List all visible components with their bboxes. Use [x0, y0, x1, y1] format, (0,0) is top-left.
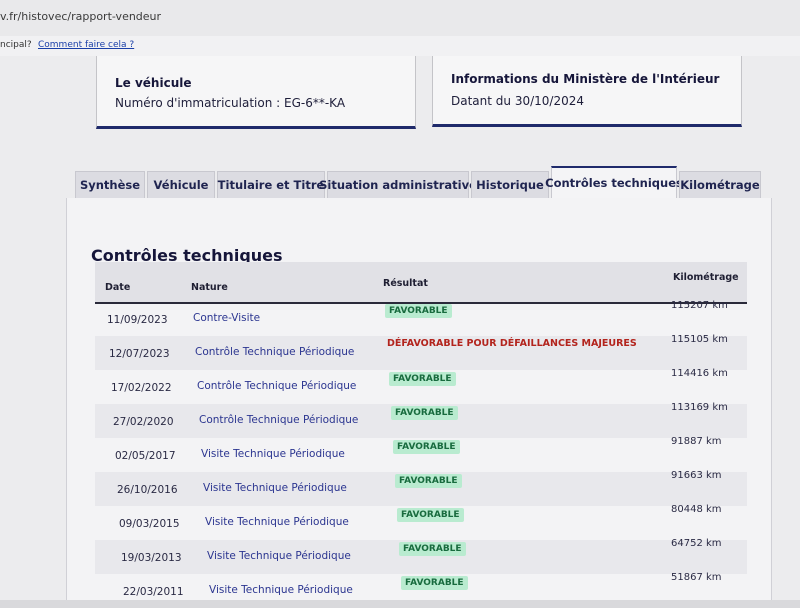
- tab-historique[interactable]: Historique: [471, 171, 549, 198]
- url-text[interactable]: v.fr/histovec/rapport-vendeur: [0, 10, 161, 23]
- browser-notification-bar: ncipal? Comment faire cela ?: [0, 36, 800, 57]
- page-body: Le véhicule Numéro d'immatriculation : E…: [0, 56, 800, 600]
- row-nature: Contrôle Technique Périodique: [195, 346, 355, 358]
- ministry-card-title: Informations du Ministère de l'Intérieur: [451, 72, 720, 86]
- result-favorable-badge: FAVORABLE: [399, 542, 466, 556]
- table-row: 02/05/2017 Visite Technique Périodique FAV…: [95, 436, 747, 472]
- result-defavorable-label: DÉFAVORABLE POUR DÉFAILLANCES MAJEURES: [387, 338, 637, 349]
- row-date: 12/07/2023: [109, 348, 170, 360]
- row-mileage: 113169 km: [671, 402, 728, 413]
- how-to-link[interactable]: Comment faire cela ?: [38, 40, 134, 50]
- row-nature: Visite Technique Périodique: [205, 516, 349, 528]
- vehicle-card: Le véhicule Numéro d'immatriculation : E…: [96, 56, 416, 129]
- tab-titulaire[interactable]: Titulaire et Titre: [217, 171, 325, 198]
- header-nature: Nature: [191, 282, 228, 293]
- result-favorable-badge: FAVORABLE: [391, 406, 458, 420]
- registration-number: Numéro d'immatriculation : EG-6**-KA: [115, 96, 346, 110]
- tab-content-panel: Contrôles techniques Date Nature Résulta…: [66, 198, 772, 600]
- table-row: 09/03/2015 Visite Technique Périodique FAV…: [95, 504, 747, 540]
- table-row: 12/07/2023 Contrôle Technique Périodique D…: [95, 334, 747, 370]
- table-row: 19/03/2013 Visite Technique Périodique FAV…: [95, 538, 747, 574]
- row-nature: Contre-Visite: [193, 312, 261, 324]
- notification-question: ncipal?: [0, 40, 32, 50]
- tab-vehicule[interactable]: Véhicule: [147, 171, 215, 198]
- result-favorable-badge: FAVORABLE: [385, 304, 452, 318]
- tab-situation-administrative[interactable]: Situation administrative: [319, 171, 477, 198]
- header-mileage: Kilométrage: [673, 272, 739, 283]
- tab-controles-techniques[interactable]: Contrôles techniques: [545, 166, 683, 198]
- browser-address-bar[interactable]: v.fr/histovec/rapport-vendeur: [0, 0, 800, 37]
- row-date: 22/03/2011: [123, 586, 184, 598]
- vehicle-card-title: Le véhicule: [115, 76, 192, 90]
- row-nature: Contrôle Technique Périodique: [199, 414, 359, 426]
- table-row: 27/02/2020 Contrôle Technique Périodique F…: [95, 402, 747, 438]
- row-nature: Visite Technique Périodique: [201, 448, 345, 460]
- row-mileage: 64752 km: [671, 538, 722, 549]
- result-favorable-badge: FAVORABLE: [393, 440, 460, 454]
- row-mileage: 115207 km: [671, 300, 728, 311]
- row-date: 11/09/2023: [107, 314, 168, 326]
- row-date: 26/10/2016: [117, 484, 178, 496]
- table-header: Date Nature Résultat Kilométrage: [95, 262, 747, 304]
- row-mileage: 115105 km: [671, 334, 728, 345]
- header-date: Date: [105, 282, 131, 293]
- row-mileage: 51867 km: [671, 572, 722, 583]
- ministry-card: Informations du Ministère de l'Intérieur…: [432, 56, 742, 127]
- tab-kilometrage[interactable]: Kilométrage: [679, 171, 761, 198]
- row-mileage: 91663 km: [671, 470, 722, 481]
- result-favorable-badge: FAVORABLE: [397, 508, 464, 522]
- row-mileage: 91887 km: [671, 436, 722, 447]
- row-nature: Visite Technique Périodique: [207, 550, 351, 562]
- row-nature: Contrôle Technique Périodique: [197, 380, 357, 392]
- row-nature: Visite Technique Périodique: [203, 482, 347, 494]
- row-date: 02/05/2017: [115, 450, 176, 462]
- row-date: 09/03/2015: [119, 518, 180, 530]
- table-row: 26/10/2016 Visite Technique Périodique FAV…: [95, 470, 747, 506]
- table-row: 22/03/2011 Visite Technique Périodique FAV…: [95, 572, 747, 608]
- row-date: 19/03/2013: [121, 552, 182, 564]
- result-favorable-badge: FAVORABLE: [395, 474, 462, 488]
- row-nature: Visite Technique Périodique: [209, 584, 353, 596]
- row-date: 17/02/2022: [111, 382, 172, 394]
- row-mileage: 114416 km: [671, 368, 728, 379]
- tab-synthese[interactable]: Synthèse: [75, 171, 145, 198]
- row-date: 27/02/2020: [113, 416, 174, 428]
- header-result: Résultat: [383, 278, 428, 289]
- ministry-data-date: Datant du 30/10/2024: [451, 94, 584, 108]
- table-row: 11/09/2023 Contre-Visite FAVORABLE 115207 k…: [95, 300, 747, 336]
- row-mileage: 80448 km: [671, 504, 722, 515]
- tab-bar: Synthèse Véhicule Titulaire et Titre Sit…: [75, 166, 775, 198]
- result-favorable-badge: FAVORABLE: [401, 576, 468, 590]
- result-favorable-badge: FAVORABLE: [389, 372, 456, 386]
- table-row: 17/02/2022 Contrôle Technique Périodique F…: [95, 368, 747, 404]
